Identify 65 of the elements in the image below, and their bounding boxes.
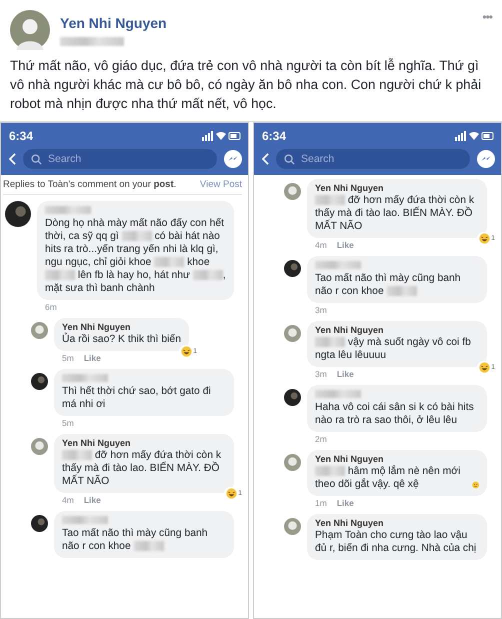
commenter-name[interactable]: Yen Nhi Nguyen [315,325,479,335]
post-text: Thứ mất não, vô giáo dục, đứa trẻ con vô nhà người ta còn bít lễ nghĩa. Thứ gì vô nhà người khác mà cư bô bô, có ngày ăn bô nha con. Con người chứ k phải robot mà nhịn được nha thứ mất nết, vô học. [10,57,482,113]
status-time: 6:34 [9,129,34,143]
laughing-emoji-icon [181,346,192,357]
comment-time: 4m [62,495,74,505]
comment-text: Dòng họ nhà mày mất não đấy con hết thời, ca sỹ qq gì có bài hát nào hits ra trò...yến trang yến nhi là klq gì, ngu ngục, chỉ giỏi khoe khoe lên fb là hay ho, hát như , mặt sưa thì banh chành [45,217,226,295]
search-field[interactable]: Search [276,149,470,169]
like-link[interactable]: Like [336,369,354,379]
blurred-name [62,516,108,524]
comment-time: 5m [62,418,74,428]
comment-time: 4m [315,240,327,250]
comment-text: vậy mà suốt ngày vô coi fb ngta lêu lêuuuu [315,336,472,362]
comment-text: Tao mất não thì mày cũng banh não r con khoe [62,527,209,553]
commenter-name[interactable]: Yen Nhi Nguyen [62,438,226,448]
laughing-emoji-icon [479,233,490,244]
avatar [10,10,50,50]
comment-time: 1m [315,498,327,508]
comment-text: Ủa rồi sao? K thik thì biến [62,333,181,346]
blurred-name [62,374,108,382]
back-icon[interactable] [262,153,269,165]
comment-text: đỡ hơn mấy đứa thời còn k thấy mà đi tào lao. BIẾN MÀY. ĐỒ MẤT NÃO [315,194,476,233]
commenter-avatar[interactable] [31,373,48,390]
search-icon [31,154,42,164]
comment-text: Phạm Toàn cho cưng tào lao vậu đủ r, biến đi nha cưng. Nhà của chị [315,529,478,555]
like-link[interactable]: Like [84,495,101,505]
author-name[interactable]: Yen Nhi Nguyen [60,15,472,31]
commenter-name[interactable]: Yen Nhi Nguyen [315,454,479,464]
comment-time: 2m [315,434,327,444]
search-icon [284,154,295,164]
commenter-name[interactable]: Yen Nhi Nguyen [62,322,181,332]
comment-time: 6m [45,302,57,312]
commenter-avatar[interactable] [284,389,301,406]
back-icon[interactable] [9,153,16,165]
comment-time: 3m [315,305,327,315]
comment-time: 3m [315,369,327,379]
emoji-icon [472,479,479,491]
status-icons [202,131,242,141]
comment-time: 5m [62,353,74,363]
laughing-emoji-icon [226,488,238,499]
like-link[interactable]: Like [336,240,354,250]
commenter-avatar[interactable] [284,260,301,277]
blurred-name [315,261,361,269]
blurred-name [315,390,361,398]
search-field[interactable]: Search [23,149,217,169]
blurred-name [45,206,91,214]
comment-text: đỡ hơn mấy đứa thời còn k thấy mà đi tào lao. BIẾN MÀY. ĐỒ MẤT NÃO [62,449,222,488]
like-link[interactable]: Like [84,353,101,363]
view-post-link[interactable]: View Post [200,179,242,190]
replies-context-text: Replies to Toàn's comment on your post. [3,179,176,190]
like-link[interactable]: Like [336,498,354,508]
comment-text: hâm mộ lắm nè nên mới theo dõi gắt vậy. qê xệ [315,465,462,491]
blurred-date [60,37,124,46]
commenter-name[interactable]: Yen Nhi Nguyen [315,518,479,528]
comment-text: Tao mất não thì mày cũng banh não r con khoe [315,272,462,298]
commenter-avatar[interactable] [31,515,48,532]
status-time: 6:34 [262,129,286,143]
commenter-avatar[interactable] [5,201,31,227]
more-options-button[interactable]: ••• [482,10,492,24]
comment-text: Thì hết thời chứ sao, bớt gato đi má nhi ơi [62,385,212,411]
laughing-emoji-icon [479,362,490,373]
messenger-icon[interactable] [477,150,495,168]
messenger-icon[interactable] [224,150,242,168]
commenter-name[interactable]: Yen Nhi Nguyen [315,183,479,193]
status-icons [455,131,495,141]
comment-text: Haha vô coi cái sân si k có bài hits nào ra trò ra sao thôi, ở lêu lêu [315,401,475,427]
